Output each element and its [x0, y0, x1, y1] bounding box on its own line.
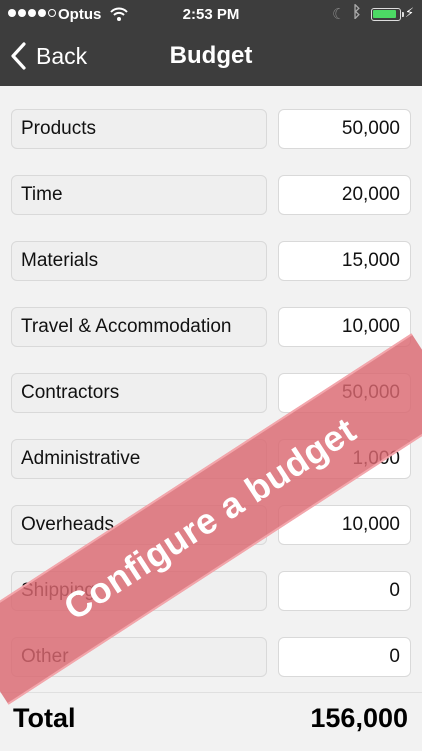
- status-bar: Optus 2:53 PM ☾ ᛒ ⚡: [0, 0, 422, 30]
- budget-row-overheads: Overheads 10,000: [0, 505, 422, 545]
- budget-amount-field[interactable]: 50,000: [278, 109, 411, 149]
- chevron-left-icon: [10, 42, 26, 70]
- budget-row-materials: Materials 15,000: [0, 241, 422, 281]
- budget-category-label: Shipping: [11, 571, 267, 611]
- budget-row-other: Other 0: [0, 637, 422, 677]
- budget-category-label: Contractors: [11, 373, 267, 413]
- budget-amount-field[interactable]: 10,000: [278, 505, 411, 545]
- budget-row-administrative: Administrative 1,000: [0, 439, 422, 479]
- total-bar: Total 156,000: [0, 692, 422, 751]
- back-button-label: Back: [36, 42, 88, 69]
- budget-category-label: Time: [11, 175, 267, 215]
- budget-amount-field[interactable]: 15,000: [278, 241, 411, 281]
- total-value: 156,000: [310, 703, 408, 733]
- total-label: Total: [13, 703, 76, 733]
- do-not-disturb-icon: ☾: [332, 6, 346, 23]
- budget-category-label: Other: [11, 637, 267, 677]
- bluetooth-icon: ᛒ: [352, 4, 362, 21]
- budget-amount-field[interactable]: 10,000: [278, 307, 411, 347]
- budget-amount-field[interactable]: 50,000: [278, 373, 411, 413]
- budget-amount-field[interactable]: 0: [278, 637, 411, 677]
- back-button[interactable]: Back: [10, 40, 87, 72]
- navigation-bar: Optus 2:53 PM ☾ ᛒ ⚡ Back Budget: [0, 0, 422, 86]
- budget-category-label: Travel & Accommodation: [11, 307, 267, 347]
- budget-row-products: Products 50,000: [0, 109, 422, 149]
- charging-icon: ⚡: [405, 5, 415, 20]
- budget-row-contractors: Contractors 50,000: [0, 373, 422, 413]
- budget-amount-field[interactable]: 1,000: [278, 439, 411, 479]
- budget-row-time: Time 20,000: [0, 175, 422, 215]
- budget-category-label: Administrative: [11, 439, 267, 479]
- battery-icon: [371, 8, 404, 21]
- budget-category-label: Materials: [11, 241, 267, 281]
- budget-row-shipping: Shipping 0: [0, 571, 422, 611]
- budget-amount-field[interactable]: 0: [278, 571, 411, 611]
- budget-category-label: Products: [11, 109, 267, 149]
- budget-row-travel: Travel & Accommodation 10,000: [0, 307, 422, 347]
- budget-amount-field[interactable]: 20,000: [278, 175, 411, 215]
- budget-category-label: Overheads: [11, 505, 267, 545]
